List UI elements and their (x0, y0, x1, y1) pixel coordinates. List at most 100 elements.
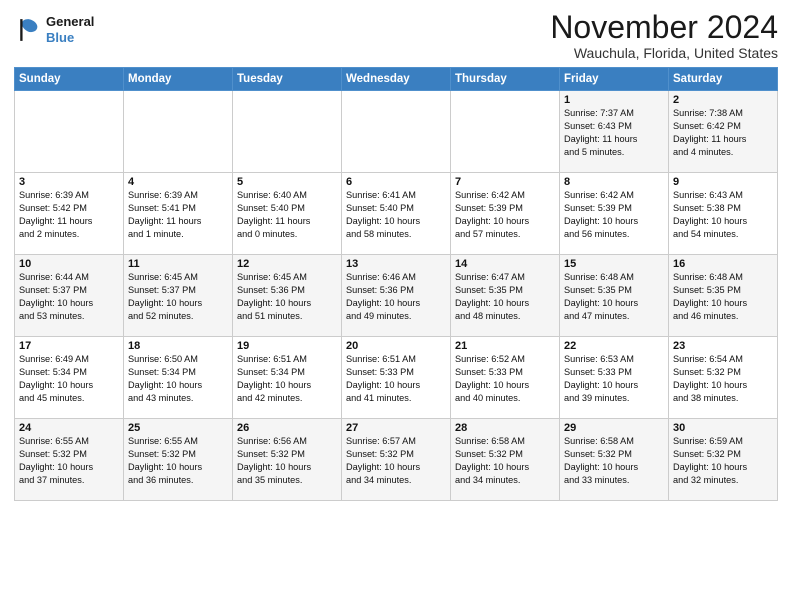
calendar-cell: 8Sunrise: 6:42 AM Sunset: 5:39 PM Daylig… (560, 173, 669, 255)
day-number: 16 (673, 258, 773, 270)
title-area: November 2024 Wauchula, Florida, United … (550, 10, 778, 61)
day-info: Sunrise: 6:44 AM Sunset: 5:37 PM Dayligh… (19, 271, 119, 323)
day-info: Sunrise: 6:55 AM Sunset: 5:32 PM Dayligh… (128, 435, 228, 487)
day-info: Sunrise: 6:39 AM Sunset: 5:42 PM Dayligh… (19, 189, 119, 241)
calendar-cell: 1Sunrise: 7:37 AM Sunset: 6:43 PM Daylig… (560, 91, 669, 173)
day-number: 23 (673, 340, 773, 352)
day-info: Sunrise: 7:38 AM Sunset: 6:42 PM Dayligh… (673, 107, 773, 159)
day-info: Sunrise: 6:57 AM Sunset: 5:32 PM Dayligh… (346, 435, 446, 487)
calendar-cell: 2Sunrise: 7:38 AM Sunset: 6:42 PM Daylig… (669, 91, 778, 173)
day-number: 3 (19, 176, 119, 188)
calendar-week-row: 3Sunrise: 6:39 AM Sunset: 5:42 PM Daylig… (15, 173, 778, 255)
weekday-header: Tuesday (233, 68, 342, 91)
weekday-header: Saturday (669, 68, 778, 91)
day-number: 27 (346, 422, 446, 434)
day-number: 30 (673, 422, 773, 434)
day-info: Sunrise: 6:46 AM Sunset: 5:36 PM Dayligh… (346, 271, 446, 323)
day-info: Sunrise: 6:45 AM Sunset: 5:37 PM Dayligh… (128, 271, 228, 323)
day-info: Sunrise: 6:45 AM Sunset: 5:36 PM Dayligh… (237, 271, 337, 323)
location: Wauchula, Florida, United States (550, 45, 778, 61)
day-info: Sunrise: 6:39 AM Sunset: 5:41 PM Dayligh… (128, 189, 228, 241)
weekday-header: Sunday (15, 68, 124, 91)
calendar-week-row: 10Sunrise: 6:44 AM Sunset: 5:37 PM Dayli… (15, 255, 778, 337)
calendar-cell: 25Sunrise: 6:55 AM Sunset: 5:32 PM Dayli… (124, 419, 233, 501)
calendar-cell: 18Sunrise: 6:50 AM Sunset: 5:34 PM Dayli… (124, 337, 233, 419)
day-info: Sunrise: 6:51 AM Sunset: 5:34 PM Dayligh… (237, 353, 337, 405)
day-number: 11 (128, 258, 228, 270)
day-number: 8 (564, 176, 664, 188)
day-number: 9 (673, 176, 773, 188)
day-info: Sunrise: 6:54 AM Sunset: 5:32 PM Dayligh… (673, 353, 773, 405)
calendar-cell (451, 91, 560, 173)
calendar-week-row: 17Sunrise: 6:49 AM Sunset: 5:34 PM Dayli… (15, 337, 778, 419)
calendar-cell: 13Sunrise: 6:46 AM Sunset: 5:36 PM Dayli… (342, 255, 451, 337)
day-number: 2 (673, 94, 773, 106)
day-number: 28 (455, 422, 555, 434)
logo-icon (14, 16, 42, 44)
calendar-cell: 19Sunrise: 6:51 AM Sunset: 5:34 PM Dayli… (233, 337, 342, 419)
calendar-cell: 15Sunrise: 6:48 AM Sunset: 5:35 PM Dayli… (560, 255, 669, 337)
calendar-cell: 28Sunrise: 6:58 AM Sunset: 5:32 PM Dayli… (451, 419, 560, 501)
day-info: Sunrise: 6:40 AM Sunset: 5:40 PM Dayligh… (237, 189, 337, 241)
day-number: 17 (19, 340, 119, 352)
day-number: 7 (455, 176, 555, 188)
calendar-cell: 6Sunrise: 6:41 AM Sunset: 5:40 PM Daylig… (342, 173, 451, 255)
day-number: 12 (237, 258, 337, 270)
calendar-cell: 21Sunrise: 6:52 AM Sunset: 5:33 PM Dayli… (451, 337, 560, 419)
day-number: 10 (19, 258, 119, 270)
day-number: 14 (455, 258, 555, 270)
calendar-cell (233, 91, 342, 173)
calendar-cell: 17Sunrise: 6:49 AM Sunset: 5:34 PM Dayli… (15, 337, 124, 419)
weekday-header: Monday (124, 68, 233, 91)
calendar-cell: 24Sunrise: 6:55 AM Sunset: 5:32 PM Dayli… (15, 419, 124, 501)
calendar-cell: 5Sunrise: 6:40 AM Sunset: 5:40 PM Daylig… (233, 173, 342, 255)
calendar-cell: 14Sunrise: 6:47 AM Sunset: 5:35 PM Dayli… (451, 255, 560, 337)
day-info: Sunrise: 6:50 AM Sunset: 5:34 PM Dayligh… (128, 353, 228, 405)
day-number: 1 (564, 94, 664, 106)
calendar-cell: 11Sunrise: 6:45 AM Sunset: 5:37 PM Dayli… (124, 255, 233, 337)
day-number: 22 (564, 340, 664, 352)
day-number: 19 (237, 340, 337, 352)
day-info: Sunrise: 6:58 AM Sunset: 5:32 PM Dayligh… (455, 435, 555, 487)
calendar-cell: 27Sunrise: 6:57 AM Sunset: 5:32 PM Dayli… (342, 419, 451, 501)
day-number: 13 (346, 258, 446, 270)
day-number: 29 (564, 422, 664, 434)
weekday-header: Friday (560, 68, 669, 91)
weekday-header: Thursday (451, 68, 560, 91)
day-info: Sunrise: 6:59 AM Sunset: 5:32 PM Dayligh… (673, 435, 773, 487)
calendar-cell: 10Sunrise: 6:44 AM Sunset: 5:37 PM Dayli… (15, 255, 124, 337)
day-info: Sunrise: 6:42 AM Sunset: 5:39 PM Dayligh… (564, 189, 664, 241)
day-number: 6 (346, 176, 446, 188)
page-container: General Blue November 2024 Wauchula, Flo… (0, 0, 792, 509)
day-info: Sunrise: 6:48 AM Sunset: 5:35 PM Dayligh… (564, 271, 664, 323)
calendar-week-row: 1Sunrise: 7:37 AM Sunset: 6:43 PM Daylig… (15, 91, 778, 173)
calendar-cell (124, 91, 233, 173)
calendar-table: SundayMondayTuesdayWednesdayThursdayFrid… (14, 67, 778, 501)
calendar-header-row: SundayMondayTuesdayWednesdayThursdayFrid… (15, 68, 778, 91)
logo-text: General Blue (46, 14, 94, 45)
day-number: 21 (455, 340, 555, 352)
calendar-cell: 22Sunrise: 6:53 AM Sunset: 5:33 PM Dayli… (560, 337, 669, 419)
calendar-week-row: 24Sunrise: 6:55 AM Sunset: 5:32 PM Dayli… (15, 419, 778, 501)
page-header: General Blue November 2024 Wauchula, Flo… (14, 10, 778, 61)
day-info: Sunrise: 6:49 AM Sunset: 5:34 PM Dayligh… (19, 353, 119, 405)
day-info: Sunrise: 6:51 AM Sunset: 5:33 PM Dayligh… (346, 353, 446, 405)
calendar-cell (342, 91, 451, 173)
day-number: 15 (564, 258, 664, 270)
day-number: 20 (346, 340, 446, 352)
calendar-cell (15, 91, 124, 173)
calendar-cell: 20Sunrise: 6:51 AM Sunset: 5:33 PM Dayli… (342, 337, 451, 419)
day-number: 4 (128, 176, 228, 188)
day-info: Sunrise: 7:37 AM Sunset: 6:43 PM Dayligh… (564, 107, 664, 159)
day-info: Sunrise: 6:41 AM Sunset: 5:40 PM Dayligh… (346, 189, 446, 241)
calendar-cell: 23Sunrise: 6:54 AM Sunset: 5:32 PM Dayli… (669, 337, 778, 419)
calendar-cell: 26Sunrise: 6:56 AM Sunset: 5:32 PM Dayli… (233, 419, 342, 501)
calendar-cell: 12Sunrise: 6:45 AM Sunset: 5:36 PM Dayli… (233, 255, 342, 337)
day-info: Sunrise: 6:48 AM Sunset: 5:35 PM Dayligh… (673, 271, 773, 323)
calendar-cell: 9Sunrise: 6:43 AM Sunset: 5:38 PM Daylig… (669, 173, 778, 255)
day-info: Sunrise: 6:42 AM Sunset: 5:39 PM Dayligh… (455, 189, 555, 241)
calendar-cell: 4Sunrise: 6:39 AM Sunset: 5:41 PM Daylig… (124, 173, 233, 255)
day-number: 26 (237, 422, 337, 434)
day-info: Sunrise: 6:43 AM Sunset: 5:38 PM Dayligh… (673, 189, 773, 241)
day-number: 5 (237, 176, 337, 188)
